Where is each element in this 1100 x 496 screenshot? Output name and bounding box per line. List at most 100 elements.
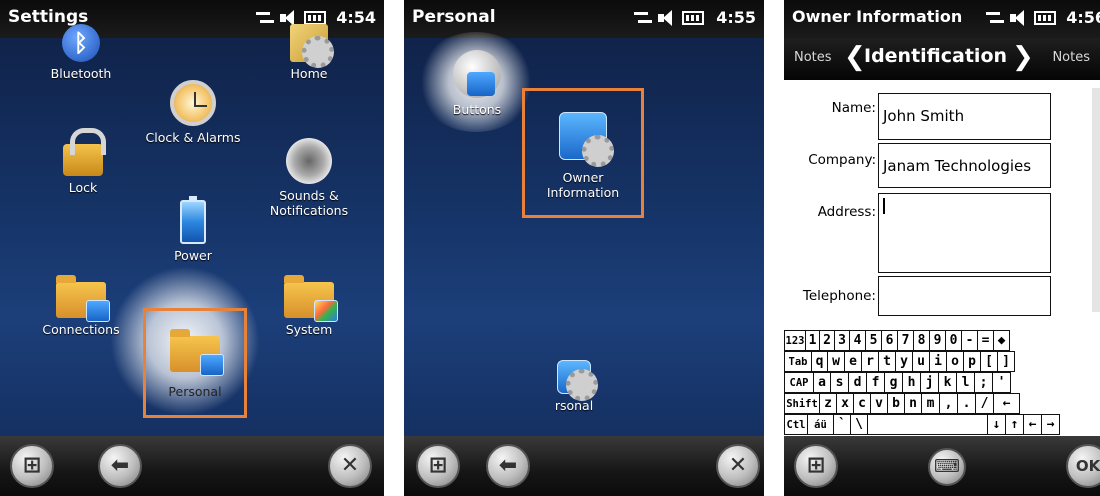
person-icon <box>557 360 598 401</box>
keyboard-row-qwerty: Tab q w e r t y u i o p [ ] <box>784 351 1015 372</box>
buttons-item[interactable]: Buttons <box>422 50 532 117</box>
key-comma[interactable]: , <box>940 393 958 414</box>
key-n[interactable]: n <box>905 393 922 414</box>
lock-item[interactable]: Lock <box>28 128 138 195</box>
key-l[interactable]: l <box>957 372 975 393</box>
key-z[interactable]: z <box>820 393 837 414</box>
home-item[interactable]: Home <box>254 24 364 81</box>
key-y[interactable]: y <box>896 351 913 372</box>
key-v[interactable]: v <box>871 393 888 414</box>
tab-next-notes[interactable]: Notes <box>1052 50 1090 65</box>
key-h[interactable]: h <box>903 372 921 393</box>
key-arrow-right[interactable]: → <box>1042 414 1060 435</box>
key-0[interactable]: 0 <box>946 330 962 351</box>
back-button[interactable]: ⬅ <box>98 444 142 488</box>
back-button[interactable]: ⬅ <box>486 444 530 488</box>
start-button[interactable]: ⊞ <box>794 444 838 488</box>
key-backslash[interactable]: \ <box>851 414 868 435</box>
tab-previous-notes[interactable]: Notes <box>794 50 832 65</box>
key-q[interactable]: q <box>812 351 828 372</box>
key-semicolon[interactable]: ; <box>975 372 993 393</box>
key-backspace[interactable]: ◆ <box>994 330 1010 351</box>
key-p[interactable]: p <box>964 351 981 372</box>
key-minus[interactable]: - <box>962 330 978 351</box>
key-j[interactable]: j <box>921 372 939 393</box>
start-button[interactable]: ⊞ <box>416 444 460 488</box>
key-2[interactable]: 2 <box>820 330 835 351</box>
key-i[interactable]: i <box>930 351 947 372</box>
key-ctrl[interactable]: Ctl <box>784 414 808 435</box>
key-1[interactable]: 1 <box>806 330 820 351</box>
personal-shortcut-item[interactable]: rsonal <box>534 360 614 413</box>
close-button[interactable]: ✕ <box>328 444 372 488</box>
key-right-bracket[interactable]: ] <box>998 351 1015 372</box>
key-4[interactable]: 4 <box>850 330 866 351</box>
clock-time[interactable]: 4:56 <box>1066 8 1100 27</box>
key-shift[interactable]: Shift <box>784 393 820 414</box>
key-e[interactable]: e <box>845 351 862 372</box>
buttons-label: Buttons <box>452 102 502 117</box>
key-u[interactable]: u <box>913 351 930 372</box>
key-international[interactable]: áü <box>808 414 834 435</box>
speaker-icon[interactable] <box>1010 9 1028 27</box>
bluetooth-item[interactable]: ᛒ Bluetooth <box>26 24 136 81</box>
close-button[interactable]: ✕ <box>716 444 760 488</box>
key-g[interactable]: g <box>885 372 903 393</box>
system-item[interactable]: System <box>254 272 364 337</box>
key-d[interactable]: d <box>849 372 867 393</box>
owner-information-item[interactable]: Owner Information <box>528 112 638 200</box>
sounds-notifications-item[interactable]: Sounds & Notifications <box>254 138 364 218</box>
key-space[interactable] <box>868 414 988 435</box>
key-quote[interactable]: ' <box>993 372 1011 393</box>
key-tab[interactable]: Tab <box>784 351 812 372</box>
keyboard-toggle-button[interactable]: ⌨ <box>928 448 966 486</box>
tab-identification[interactable]: Identification <box>864 45 1007 67</box>
key-c[interactable]: c <box>854 393 871 414</box>
key-m[interactable]: m <box>922 393 940 414</box>
status-icons <box>986 8 1056 28</box>
key-b[interactable]: b <box>888 393 905 414</box>
windows-logo-icon <box>314 300 338 322</box>
key-arrow-up[interactable]: ↑ <box>1006 414 1024 435</box>
ok-button[interactable]: OK <box>1066 444 1100 488</box>
power-item[interactable]: Power <box>138 196 248 263</box>
clock-time[interactable]: 4:55 <box>716 8 756 27</box>
key-9[interactable]: 9 <box>930 330 946 351</box>
key-o[interactable]: o <box>947 351 964 372</box>
key-backtick[interactable]: ` <box>834 414 851 435</box>
chevron-left-icon[interactable]: ❮ <box>844 42 866 72</box>
key-equals[interactable]: = <box>978 330 994 351</box>
key-arrow-left[interactable]: ← <box>1024 414 1042 435</box>
name-field[interactable]: John Smith <box>878 93 1051 140</box>
key-7[interactable]: 7 <box>898 330 914 351</box>
speaker-icon[interactable] <box>658 9 676 27</box>
key-s[interactable]: s <box>831 372 849 393</box>
key-period[interactable]: . <box>958 393 976 414</box>
address-field[interactable] <box>878 193 1051 273</box>
key-8[interactable]: 8 <box>914 330 930 351</box>
key-left-bracket[interactable]: [ <box>981 351 998 372</box>
key-f[interactable]: f <box>867 372 885 393</box>
personal-item[interactable]: Personal <box>140 326 250 399</box>
start-button[interactable]: ⊞ <box>10 444 54 488</box>
key-arrow-down[interactable]: ↓ <box>988 414 1006 435</box>
keyboard-row-bottom: Shift z x c v b n m , . / ← <box>784 393 1020 414</box>
key-k[interactable]: k <box>939 372 957 393</box>
key-x[interactable]: x <box>837 393 854 414</box>
key-caps[interactable]: CAP <box>784 372 814 393</box>
key-123[interactable]: 123 <box>784 330 806 351</box>
key-r[interactable]: r <box>862 351 879 372</box>
chevron-right-icon[interactable]: ❯ <box>1012 42 1034 72</box>
key-6[interactable]: 6 <box>882 330 898 351</box>
key-3[interactable]: 3 <box>835 330 850 351</box>
key-5[interactable]: 5 <box>866 330 882 351</box>
key-w[interactable]: w <box>828 351 845 372</box>
clock-alarms-item[interactable]: Clock & Alarms <box>138 80 248 145</box>
key-enter[interactable]: ← <box>994 393 1020 414</box>
key-a[interactable]: a <box>814 372 831 393</box>
form-scrollbar[interactable] <box>1092 88 1100 312</box>
company-field[interactable]: Janam Technologies <box>878 143 1051 188</box>
telephone-field[interactable] <box>878 276 1051 316</box>
key-t[interactable]: t <box>879 351 896 372</box>
key-slash[interactable]: / <box>976 393 994 414</box>
